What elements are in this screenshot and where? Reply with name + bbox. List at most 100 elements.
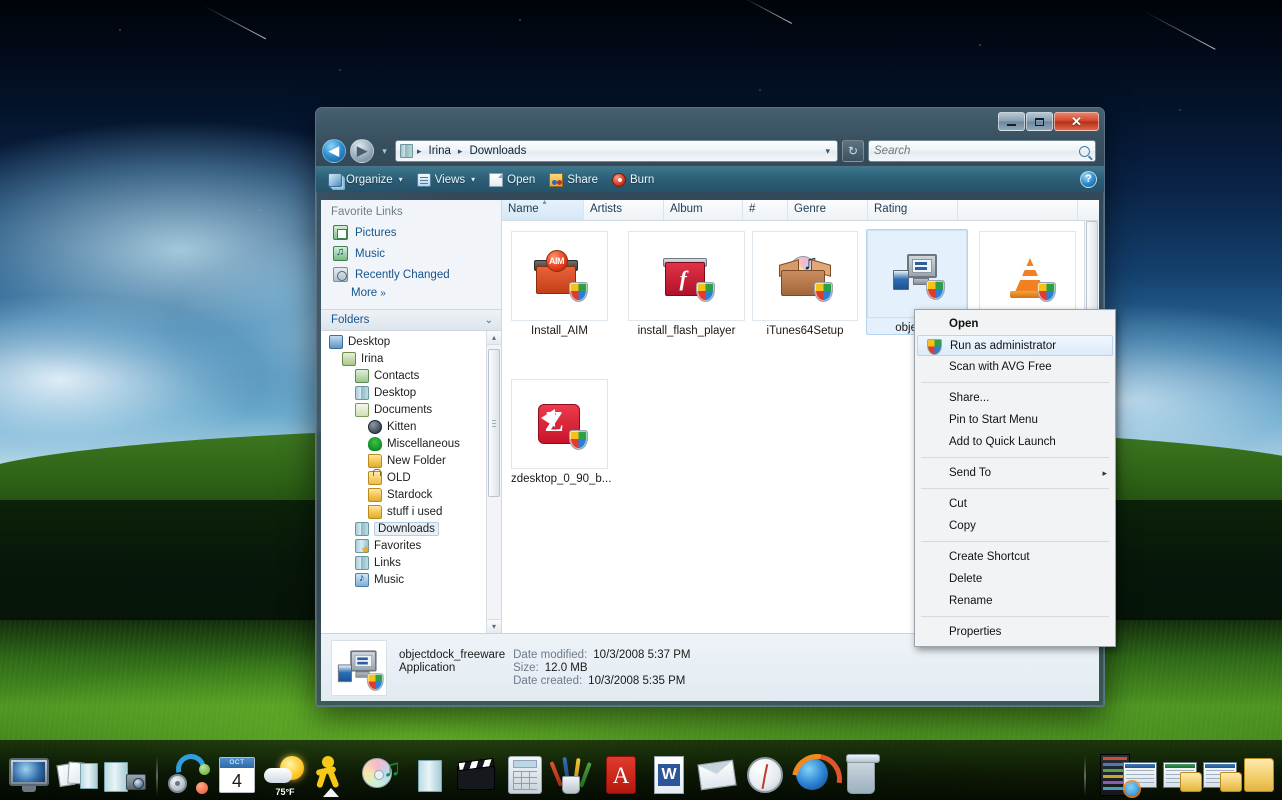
tree-item-old[interactable]: OLD <box>321 468 501 486</box>
menu-item-cut[interactable]: Cut <box>915 493 1115 515</box>
dock[interactable]: OCT 4 75°F ♫ <box>0 740 1282 800</box>
views-button[interactable]: Views ▾ <box>411 171 481 189</box>
tree-item-favorites[interactable]: Favorites <box>321 537 501 556</box>
tree-item-stuff-i-used[interactable]: stuff i used <box>321 503 501 520</box>
tree-item-links[interactable]: Links <box>321 554 501 571</box>
scrollbar-thumb[interactable] <box>488 349 500 497</box>
menu-item-pin-to-start-menu[interactable]: Pin to Start Menu <box>915 409 1115 431</box>
tree-item-downloads[interactable]: Downloads <box>321 520 501 537</box>
breadcrumb-separator[interactable]: ▸ <box>457 146 464 157</box>
running-window-firefox[interactable] <box>1122 752 1160 798</box>
tree-item-stardock[interactable]: Stardock <box>321 486 501 503</box>
menu-item-run-as-administrator[interactable]: Run as administrator <box>917 335 1113 356</box>
file-item-zdesktop[interactable]: Z zdesktop_0_90_b... <box>511 379 611 485</box>
dock-item-system-settings[interactable] <box>166 748 212 798</box>
menu-item-open[interactable]: Open <box>915 313 1115 335</box>
column-header-blank[interactable] <box>958 200 1078 220</box>
tree-scrollbar[interactable]: ▴ ▾ <box>486 331 501 633</box>
search-box[interactable] <box>868 140 1096 162</box>
back-button[interactable]: ◀ <box>322 139 346 163</box>
sidebar-item-music[interactable]: Music <box>321 243 501 264</box>
favorite-links-list[interactable]: Pictures Music Recently Changed More» <box>321 222 501 309</box>
menu-item-create-shortcut[interactable]: Create Shortcut <box>915 546 1115 568</box>
scroll-up-icon[interactable]: ▴ <box>487 331 501 345</box>
menu-item-share[interactable]: Share... <box>915 387 1115 409</box>
tree-item-documents[interactable]: Documents <box>321 401 501 418</box>
column-header-genre[interactable]: Genre <box>788 200 868 220</box>
search-input[interactable] <box>874 145 1075 157</box>
tree-item-contacts[interactable]: Contacts <box>321 367 501 384</box>
dock-item-word[interactable] <box>646 752 692 798</box>
context-menu[interactable]: Open Run as administrator Scan with AVG Fr… <box>914 309 1116 647</box>
menu-item-send-to[interactable]: Send To ▸ <box>915 462 1115 484</box>
column-header-rating[interactable]: Rating <box>868 200 958 220</box>
column-header-album[interactable]: Album <box>664 200 743 220</box>
burn-button[interactable]: Burn <box>606 171 660 189</box>
dock-item-documents[interactable] <box>54 752 100 798</box>
breadcrumb-irina[interactable]: Irina <box>426 144 454 158</box>
forward-button[interactable]: ▶ <box>350 139 374 163</box>
file-item-install-aim[interactable]: AIM Install_AIM <box>511 231 608 337</box>
menu-item-scan-with-avg-free[interactable]: Scan with AVG Free <box>915 356 1115 378</box>
running-folder[interactable] <box>1242 752 1276 798</box>
breadcrumb-downloads[interactable]: Downloads <box>466 144 529 158</box>
folders-header[interactable]: Folders ⌄ <box>321 309 501 331</box>
running-window-excel[interactable] <box>1162 752 1202 798</box>
menu-item-rename[interactable]: Rename <box>915 590 1115 612</box>
open-button[interactable]: Open <box>483 171 541 189</box>
dock-item-calculator[interactable] <box>502 752 548 798</box>
more-links-button[interactable]: More» <box>321 285 501 305</box>
running-window-explorer[interactable] <box>1202 752 1242 798</box>
title-bar[interactable]: ✕ <box>316 108 1104 136</box>
dock-item-recycle-bin[interactable] <box>838 752 884 798</box>
tree-item-desktop[interactable]: Desktop <box>321 333 501 350</box>
history-dropdown-icon[interactable]: ▾ <box>378 146 391 157</box>
command-toolbar[interactable]: Organize ▾ Views ▾ Open Share Burn ? <box>316 166 1104 192</box>
tree-item-miscellaneous[interactable]: Miscellaneous <box>321 435 501 452</box>
dock-item-calendar[interactable]: OCT 4 <box>214 752 260 798</box>
menu-item-add-to-quick-launch[interactable]: Add to Quick Launch <box>915 431 1115 453</box>
navigation-bar[interactable]: ◀ ▶ ▾ ▸ Irina ▸ Downloads ▾ ↻ <box>316 136 1104 166</box>
tree-item-desktop[interactable]: Desktop <box>321 384 501 401</box>
navigation-pane[interactable]: Favorite Links Pictures Music Recentl <box>321 200 502 633</box>
file-item-install-flash-player[interactable]: f install_flash_player <box>628 231 745 337</box>
organize-button[interactable]: Organize ▾ <box>322 171 409 189</box>
tree-item-new-folder[interactable]: New Folder <box>321 452 501 469</box>
dock-item-firefox[interactable] <box>790 752 836 798</box>
dock-item-weather[interactable]: 75°F <box>262 752 308 798</box>
desktop[interactable]: ✕ ◀ ▶ ▾ ▸ Irina ▸ Downloads ▾ ↻ Search O… <box>0 0 1282 800</box>
maximize-button[interactable] <box>1026 112 1053 131</box>
file-item-itunes64setup[interactable]: ♫ iTunes64Setup <box>752 231 858 337</box>
sidebar-item-recently-changed[interactable]: Recently Changed <box>321 264 501 285</box>
dock-item-clock[interactable] <box>742 752 788 798</box>
dock-item-notes[interactable] <box>549 752 596 798</box>
menu-item-copy[interactable]: Copy <box>915 515 1115 537</box>
close-button[interactable]: ✕ <box>1054 112 1099 131</box>
dock-item-mail[interactable] <box>694 752 740 798</box>
dock-item-photos[interactable] <box>102 752 148 798</box>
column-header-name[interactable]: Name <box>502 197 584 220</box>
sidebar-item-pictures[interactable]: Pictures <box>321 222 501 243</box>
dock-item-folder[interactable] <box>406 752 452 798</box>
address-bar[interactable]: ▸ Irina ▸ Downloads ▾ <box>395 140 838 162</box>
tree-item-irina[interactable]: Irina <box>321 350 501 367</box>
dock-item-adobe-reader[interactable] <box>598 752 644 798</box>
address-dropdown-icon[interactable]: ▾ <box>825 146 833 157</box>
breadcrumb-separator[interactable]: ▸ <box>416 146 423 157</box>
column-header-num[interactable]: # <box>743 200 788 220</box>
tree-item-music[interactable]: Music <box>321 571 501 588</box>
folder-tree[interactable]: Desktop Irina Contacts Desktop Documents Kitt… <box>321 331 501 633</box>
column-headers[interactable]: NameArtistsAlbum#GenreRating <box>502 197 1099 221</box>
menu-item-properties[interactable]: Properties <box>915 621 1115 643</box>
dock-item-display-settings[interactable] <box>6 752 52 798</box>
share-button[interactable]: Share <box>543 171 604 189</box>
dock-item-movies[interactable] <box>454 752 500 798</box>
refresh-button[interactable]: ↻ <box>842 140 864 162</box>
scroll-down-icon[interactable]: ▾ <box>487 619 501 633</box>
help-button[interactable]: ? <box>1080 171 1097 188</box>
running-app-tall[interactable] <box>1094 752 1130 798</box>
menu-item-delete[interactable]: Delete <box>915 568 1115 590</box>
window-controls[interactable]: ✕ <box>998 112 1099 131</box>
dock-item-itunes[interactable]: ♫ <box>358 752 404 798</box>
minimize-button[interactable] <box>998 112 1025 131</box>
